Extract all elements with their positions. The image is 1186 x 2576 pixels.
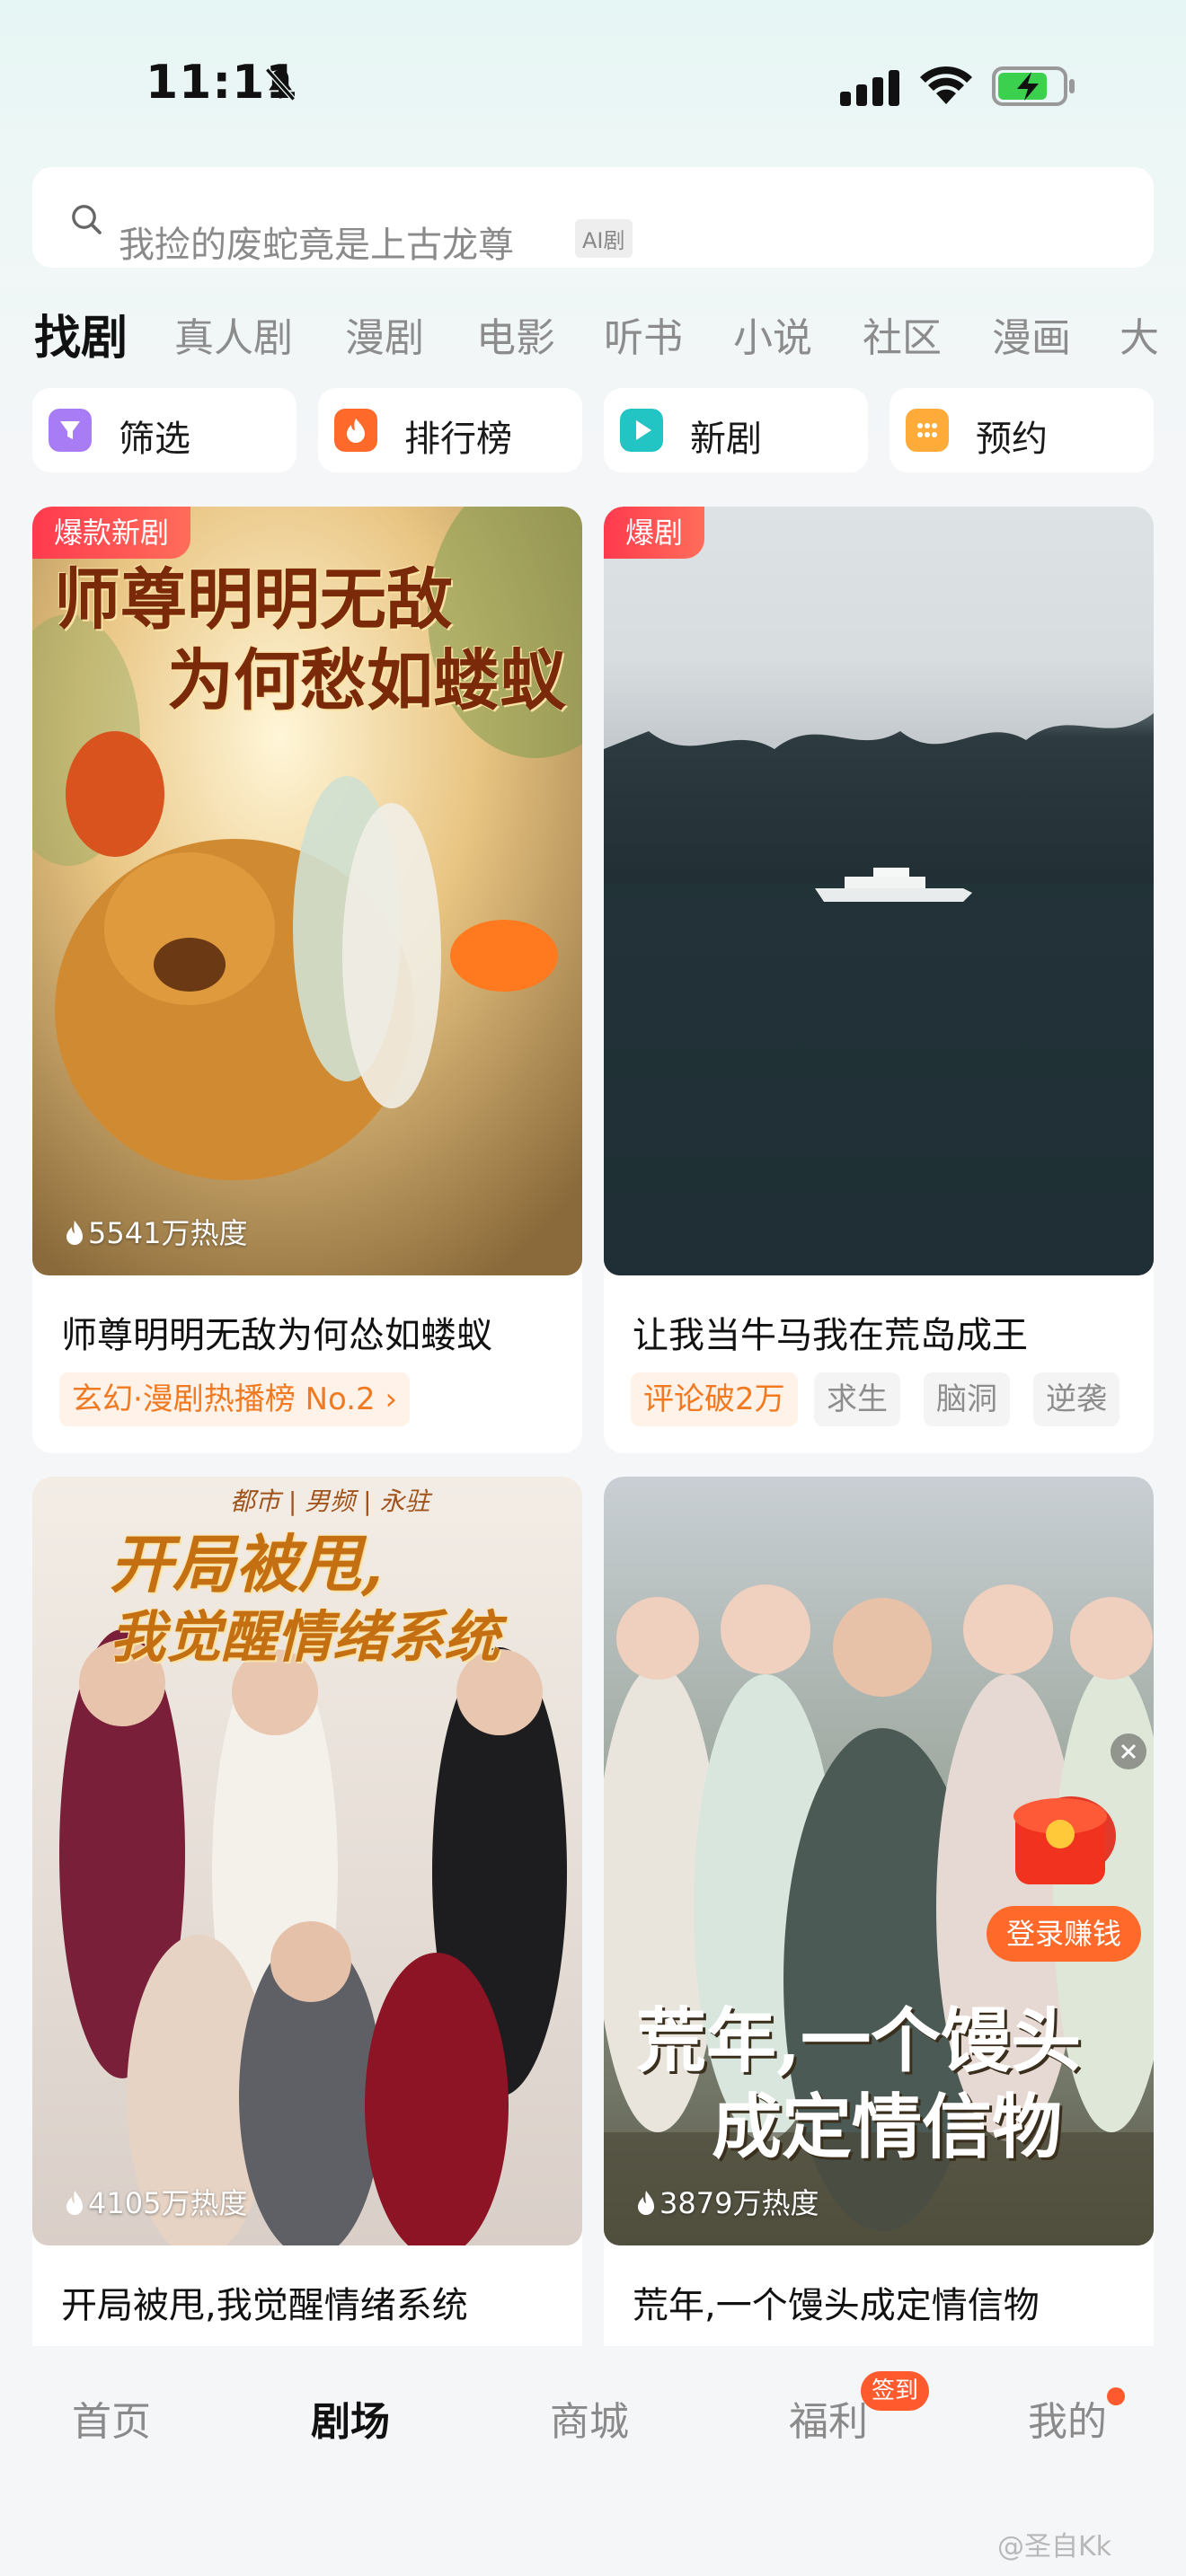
genre-tag-survival: 求生 [814,1372,900,1426]
poster-title-1-line2: 为何愁如蝼蚁 [167,642,566,719]
tab-audiobooks[interactable]: 听书 [604,305,683,363]
card-title-1: 师尊明明无敌为何怂如蝼蚁 [61,1315,492,1356]
nav-home[interactable]: 首页 [72,2389,151,2447]
card-title-2: 让我当牛马我在荒岛成王 [633,1315,1028,1356]
close-icon[interactable] [1111,1734,1146,1769]
heat-text-3: 4105万热度 [88,2186,248,2220]
ranking-chip[interactable]: 排行榜 [318,388,582,472]
filter-chip[interactable]: 筛选 [32,388,296,472]
card-title-3: 开局被甩,我觉醒情绪系统 [61,2285,468,2326]
flame-icon [66,1221,83,1245]
red-envelope-icon[interactable] [1006,1791,1114,1890]
genre-tag-brainstorm: 脑洞 [924,1372,1010,1426]
sign-in-badge[interactable]: 签到 [861,2371,930,2411]
filter-icon [49,409,92,452]
nav-profile[interactable]: 我的 [1028,2389,1107,2447]
poster-image-2 [604,507,1154,1275]
poster-title-4-line2: 成定情信物 [712,2086,1063,2168]
filter-chip-label: 筛选 [119,419,190,460]
poster-title-3-line2: 我觉醒情绪系统 [110,1604,500,1670]
search-placeholder: 我捡的废蛇竟是上古龙尊 [119,225,514,266]
heat-count-3: 4105万热度 [65,2181,247,2222]
heat-text-1: 5541万热度 [88,1216,248,1250]
flame-icon [66,2191,83,2215]
tab-live-action[interactable]: 真人剧 [174,305,293,363]
tab-novels[interactable]: 小说 [733,305,812,363]
bell-muted-icon [265,67,296,101]
poster-subtitle-3: 都市 | 男频 | 永驻 [230,1486,430,1516]
drama-card-3[interactable]: 都市 | 男频 | 永驻 开局被甩, 我觉醒情绪系统 4105万热度 开局被甩,… [32,1477,582,2375]
login-earn-button[interactable]: 登录赚钱 [987,1906,1142,1962]
tab-community[interactable]: 社区 [863,305,942,363]
card-title-4: 荒年,一个馒头成定情信物 [633,2285,1040,2326]
status-bar: 11:11 [0,0,1186,171]
comments-tag-2: 评论破2万 [631,1372,798,1426]
tab-more[interactable]: 大 [1120,305,1159,363]
fire-icon [334,409,377,452]
ranking-chip-label: 排行榜 [404,419,512,460]
ai-drama-tag: AI剧 [575,219,633,258]
nav-welfare[interactable]: 福利 [789,2389,868,2447]
tab-comics[interactable]: 漫画 [992,305,1071,363]
search-input[interactable]: 我捡的废蛇竟是上古龙尊 AI剧 [32,167,1154,268]
category-tabs: 找剧 真人剧 漫剧 电影 听书 小说 社区 漫画 大 [0,296,1186,368]
reservation-chip-label: 预约 [976,419,1048,460]
heat-count-4: 3879万热度 [636,2181,819,2222]
search-icon [72,205,102,234]
new-drama-chip-label: 新剧 [690,419,762,460]
watermark: @圣自Kk [997,2531,1112,2563]
hit-drama-badge: 爆剧 [604,507,705,559]
wifi-icon [920,66,972,104]
new-drama-chip[interactable]: 新剧 [604,388,868,472]
heat-text-4: 3879万热度 [659,2186,819,2220]
grid-icon [906,409,949,452]
heat-count-1: 5541万热度 [65,1211,247,1252]
drama-card-2[interactable]: 爆剧 让我当牛马我在荒岛成王 评论破2万 求生 脑洞 逆袭 [604,507,1154,1453]
tab-anime-drama[interactable]: 漫剧 [345,305,424,363]
nav-theater[interactable]: 剧场 [311,2389,390,2447]
reservation-chip[interactable]: 预约 [890,388,1154,472]
genre-tag-comeback: 逆袭 [1033,1372,1120,1426]
notification-dot [1107,2387,1125,2405]
flame-icon [638,2191,654,2215]
cellular-signal-icon [840,70,899,106]
play-icon [620,409,663,452]
tab-movies[interactable]: 电影 [476,305,555,363]
drama-card-1[interactable]: 师尊明明无敌 为何愁如蝼蚁 爆款新剧 5541万热度 师尊明明无敌为何怂如蝼蚁 … [32,507,582,1453]
battery-charging-icon [992,66,1075,106]
nav-mall[interactable]: 商城 [550,2389,629,2447]
rank-tag-1[interactable]: 玄幻·漫剧热播榜 No.2 › [59,1372,411,1426]
tab-find-drama[interactable]: 找剧 [34,300,128,367]
hot-new-badge: 爆款新剧 [32,507,191,559]
